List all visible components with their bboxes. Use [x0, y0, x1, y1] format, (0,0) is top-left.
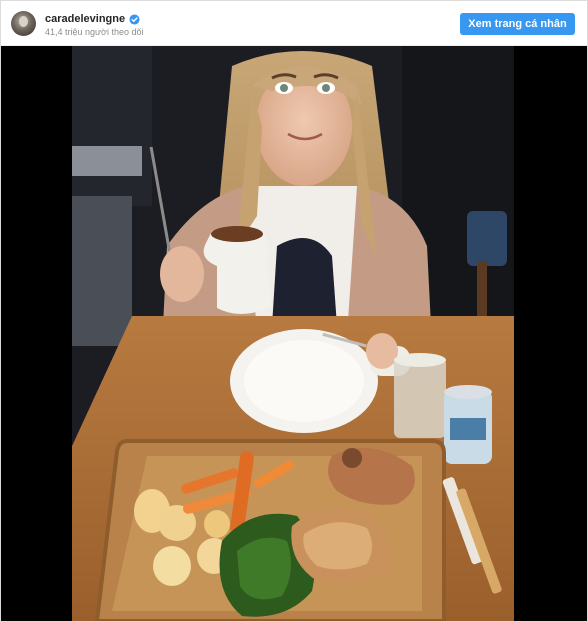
follower-count: 41,4 triệu người theo dõi: [45, 27, 144, 37]
username-link[interactable]: caradelevingne: [45, 12, 125, 26]
post-photo[interactable]: [72, 46, 514, 621]
instagram-embed: caradelevingne 41,4 triệu người theo dõi…: [0, 0, 588, 622]
post-header: caradelevingne 41,4 triệu người theo dõi…: [1, 1, 587, 46]
verified-badge-icon: [129, 13, 140, 25]
post-photo-frame: [1, 46, 587, 621]
username-row: caradelevingne: [45, 12, 140, 26]
view-profile-button[interactable]: Xem trang cá nhân: [460, 13, 575, 35]
avatar-face: [19, 16, 28, 27]
avatar[interactable]: [11, 11, 36, 36]
